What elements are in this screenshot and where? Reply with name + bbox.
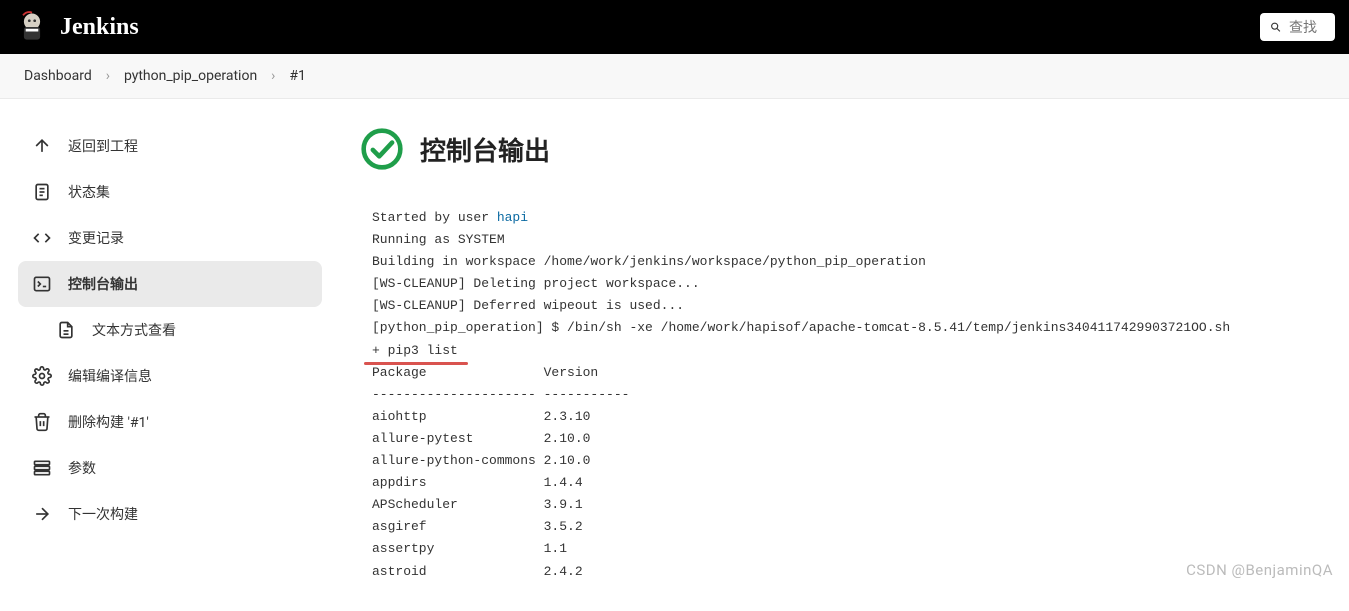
sidebar-item-params[interactable]: 参数 — [18, 445, 322, 491]
search-box[interactable] — [1260, 13, 1335, 41]
search-icon — [1270, 19, 1281, 35]
app-name: Jenkins — [60, 14, 139, 41]
sidebar-item-label: 返回到工程 — [68, 136, 138, 156]
sidebar-item-plaintext[interactable]: 文本方式查看 — [42, 307, 322, 353]
console-line: [python_pip_operation] $ /bin/sh -xe /ho… — [372, 320, 1230, 335]
sidebar-item-status[interactable]: 状态集 — [18, 169, 322, 215]
sidebar-item-back[interactable]: 返回到工程 — [18, 123, 322, 169]
console-line: Building in workspace /home/work/jenkins… — [372, 254, 926, 269]
app-header: Jenkins — [0, 0, 1349, 54]
console-line: Running as SYSTEM — [372, 232, 505, 247]
sidebar-item-label: 删除构建 '#1' — [68, 412, 149, 432]
sidebar-item-label: 文本方式查看 — [92, 320, 176, 340]
sidebar-item-label: 变更记录 — [68, 228, 124, 248]
code-icon — [32, 228, 52, 248]
search-input[interactable] — [1289, 19, 1325, 35]
console-pkg-divider: --------------------- ----------- — [372, 387, 629, 402]
breadcrumb-item-dashboard[interactable]: Dashboard — [24, 68, 92, 84]
console-pkg-header: Package Version — [372, 365, 598, 380]
jenkins-logo-icon — [14, 9, 50, 45]
console-line: [WS-CLEANUP] Deleting project workspace.… — [372, 276, 700, 291]
console-line: Started by user — [372, 210, 497, 225]
sidebar: 返回到工程 状态集 变更记录 控制台输出 文本方式查看 编辑编译信息 删除构 — [0, 99, 340, 611]
logo[interactable]: Jenkins — [14, 9, 139, 45]
sidebar-item-label: 参数 — [68, 458, 96, 478]
sidebar-item-nextbuild[interactable]: 下一次构建 — [18, 491, 322, 537]
console-pkg-list: aiohttp 2.3.10 allure-pytest 2.10.0 allu… — [372, 409, 590, 579]
arrow-up-icon — [32, 136, 52, 156]
terminal-icon — [32, 274, 52, 294]
gear-icon — [32, 366, 52, 386]
chevron-right-icon: › — [271, 68, 275, 84]
sidebar-item-editbuild[interactable]: 编辑编译信息 — [18, 353, 322, 399]
main-content: 控制台输出 Started by user hapi Running as SY… — [340, 99, 1349, 611]
page-title: 控制台输出 — [420, 131, 550, 168]
sidebar-item-changes[interactable]: 变更记录 — [18, 215, 322, 261]
document-icon — [32, 182, 52, 202]
sidebar-item-label: 控制台输出 — [68, 274, 138, 294]
trash-icon — [32, 412, 52, 432]
breadcrumb-item-job[interactable]: python_pip_operation — [124, 68, 257, 84]
sidebar-item-delete[interactable]: 删除构建 '#1' — [18, 399, 322, 445]
console-output: Started by user hapi Running as SYSTEM B… — [360, 207, 1329, 583]
console-line-highlighted: + pip3 list — [372, 340, 458, 362]
sidebar-item-label: 下一次构建 — [68, 504, 138, 524]
arrow-right-icon — [32, 504, 52, 524]
list-icon — [32, 458, 52, 478]
console-line: [WS-CLEANUP] Deferred wipeout is used... — [372, 298, 684, 313]
breadcrumb: Dashboard › python_pip_operation › #1 — [0, 54, 1349, 99]
success-check-icon — [360, 127, 404, 171]
console-user-link[interactable]: hapi — [497, 210, 528, 225]
sidebar-item-label: 状态集 — [68, 182, 110, 202]
sidebar-item-console[interactable]: 控制台输出 — [18, 261, 322, 307]
breadcrumb-item-build[interactable]: #1 — [289, 68, 306, 84]
chevron-right-icon: › — [106, 68, 110, 84]
file-icon — [56, 320, 76, 340]
sidebar-item-label: 编辑编译信息 — [68, 366, 152, 386]
